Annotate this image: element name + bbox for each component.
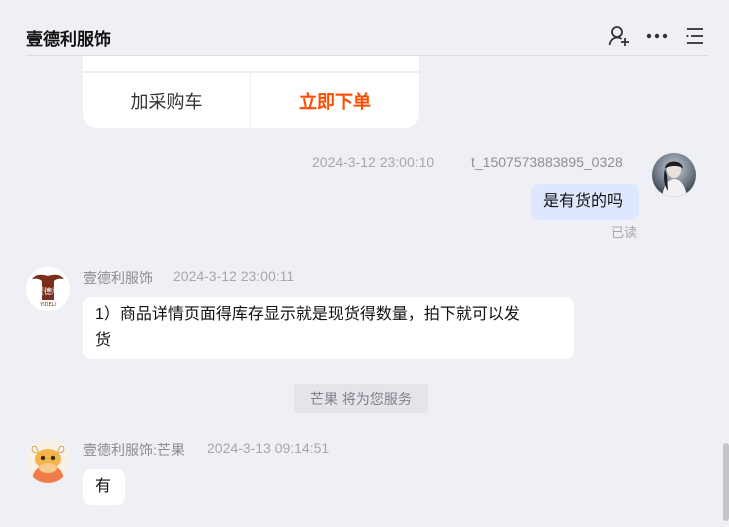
shop-avatar[interactable]: 壹德利 YIDELI <box>26 267 70 311</box>
shop-title: 壹德利服饰 <box>26 30 111 49</box>
chat-scrollbar[interactable] <box>723 443 729 521</box>
message-time: 2024-3-13 09:14:51 <box>207 440 330 456</box>
message-text-line: 货 <box>95 332 112 349</box>
message-bubble[interactable]: 是有货的吗 <box>531 184 639 220</box>
message-text-line: 1）商品详情页面得库存显示就是现货得数量，拍下就可以发 <box>95 306 520 323</box>
shop-logo-subtext: YIDELI <box>39 302 56 308</box>
message-bubble[interactable]: 有 <box>83 469 125 505</box>
chat-window: 壹德利服饰 加采购车 立即下单 2024-3-12 23:00:10 t_150… <box>0 0 729 527</box>
chat-header: 壹德利服饰 <box>0 0 729 56</box>
system-notice: 芒果 将为您服务 <box>294 384 428 413</box>
message-sender: t_1507573883895_0328 <box>471 154 623 170</box>
user-avatar[interactable] <box>652 153 696 197</box>
agent-avatar[interactable] <box>26 439 70 483</box>
message-text: 有 <box>95 478 112 495</box>
shop-logo-text: 壹德利 <box>36 286 60 296</box>
read-status: 已读 <box>611 225 638 240</box>
buy-now-button[interactable]: 立即下单 <box>251 73 419 128</box>
more-icon[interactable] <box>645 24 669 48</box>
message-time: 2024-3-12 23:00:10 <box>312 154 435 170</box>
message-time: 2024-3-12 23:00:11 <box>173 268 295 284</box>
menu-list-icon[interactable] <box>683 24 707 48</box>
message-sender: 壹德利服饰:芒果 <box>83 442 185 458</box>
message-text: 是有货的吗 <box>543 193 624 210</box>
order-card: 加采购车 立即下单 <box>83 56 419 128</box>
add-to-cart-button[interactable]: 加采购车 <box>83 73 250 128</box>
message-sender: 壹德利服饰 <box>83 270 153 286</box>
person-add-icon[interactable] <box>607 24 631 48</box>
message-bubble[interactable]: 1）商品详情页面得库存显示就是现货得数量，拍下就可以发 货 <box>83 297 574 359</box>
